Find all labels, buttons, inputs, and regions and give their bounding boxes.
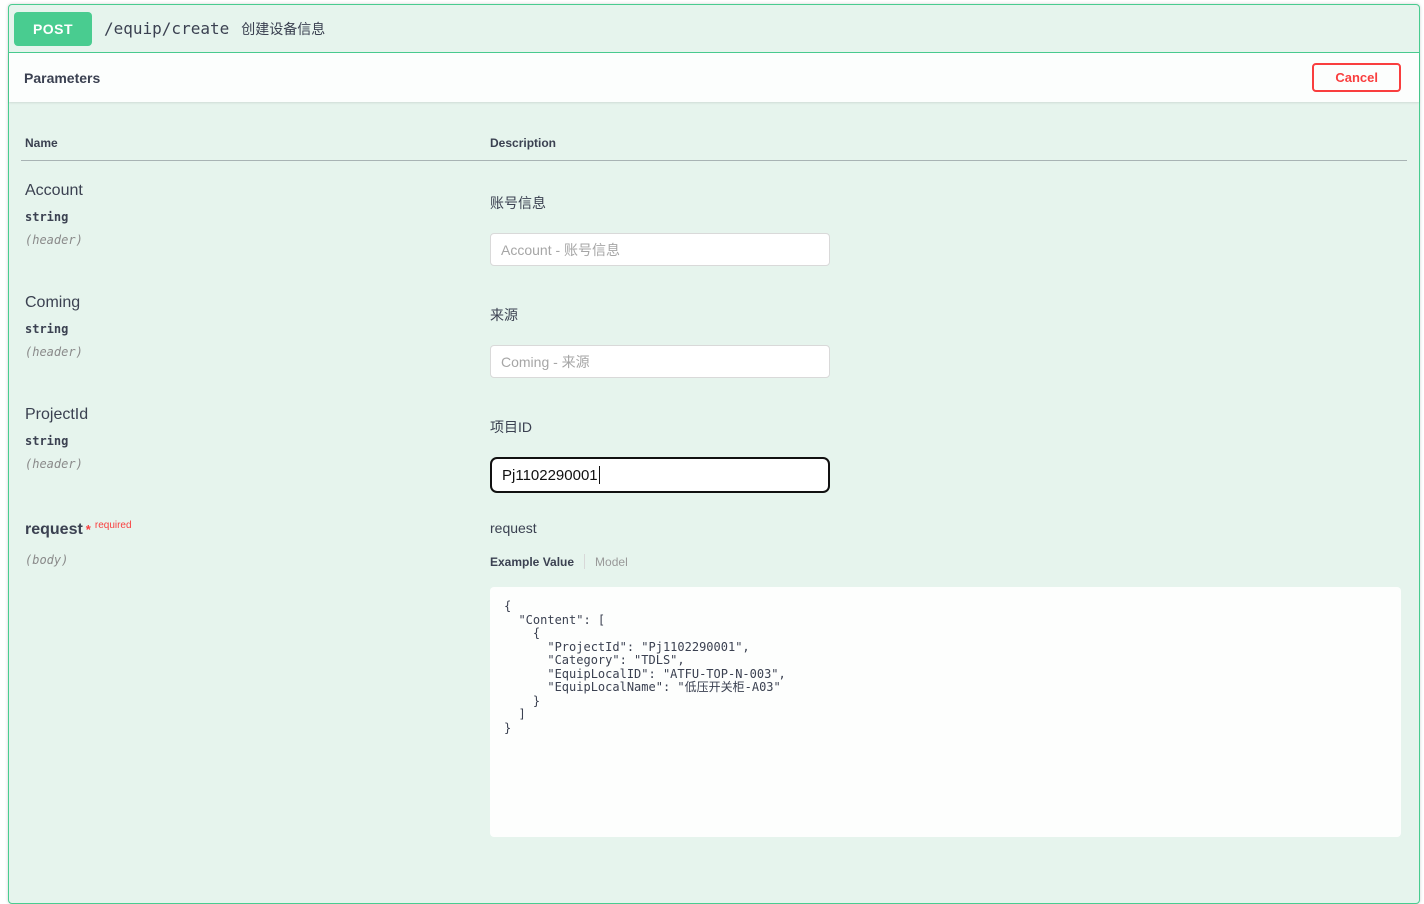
tab-model[interactable]: Model [595, 555, 628, 569]
tab-example-value[interactable]: Example Value [490, 555, 574, 569]
param-row-account: Account string (header) 账号信息 [21, 161, 1407, 274]
description-column-header: Description [486, 122, 1407, 161]
param-name: request*required [25, 520, 486, 541]
param-row-projectid: ProjectId string (header) 项目ID Pj1102290… [21, 385, 1407, 500]
example-tabs: Example Value Model [490, 554, 1407, 569]
parameters-table-container: Name Description Account string (header)… [9, 102, 1419, 844]
param-location: (header) [25, 345, 486, 359]
tab-divider [584, 554, 585, 569]
param-type: string [25, 434, 486, 448]
param-description: 项目ID [490, 419, 1407, 435]
operation-summary[interactable]: POST /equip/create 创建设备信息 [9, 5, 1419, 53]
projectid-input-value: Pj1102290001 [502, 467, 598, 484]
operation-description: 创建设备信息 [241, 19, 325, 39]
projectid-input[interactable]: Pj1102290001 [490, 457, 830, 493]
text-caret [599, 466, 600, 484]
param-description: 来源 [490, 307, 1407, 323]
account-input[interactable] [490, 233, 830, 266]
param-type: string [25, 210, 486, 224]
required-star: * [86, 522, 91, 537]
parameters-section-header: Parameters Cancel [9, 53, 1419, 102]
param-description: request [490, 520, 1407, 536]
param-location: (body) [25, 553, 486, 567]
parameters-table: Name Description Account string (header)… [21, 122, 1407, 844]
coming-input[interactable] [490, 345, 830, 378]
example-value-block: { "Content": [ { "ProjectId": "Pj1102290… [490, 587, 1401, 837]
name-column-header: Name [21, 122, 486, 161]
post-operation-block: POST /equip/create 创建设备信息 Parameters Can… [8, 4, 1420, 904]
example-json-code: { "Content": [ { "ProjectId": "Pj1102290… [504, 600, 1387, 735]
param-type: string [25, 322, 486, 336]
param-name: ProjectId [25, 405, 486, 424]
parameters-title: Parameters [24, 70, 100, 86]
param-name: Account [25, 181, 486, 200]
param-row-request: request*required (body) request Example … [21, 500, 1407, 844]
cancel-button[interactable]: Cancel [1312, 63, 1401, 92]
method-badge: POST [14, 12, 92, 46]
param-name: Coming [25, 293, 486, 312]
param-description: 账号信息 [490, 195, 1407, 211]
required-label: required [95, 520, 132, 531]
table-header-row: Name Description [21, 122, 1407, 161]
param-location: (header) [25, 457, 486, 471]
param-row-coming: Coming string (header) 来源 [21, 273, 1407, 385]
operation-path: /equip/create [104, 19, 229, 38]
param-location: (header) [25, 233, 486, 247]
